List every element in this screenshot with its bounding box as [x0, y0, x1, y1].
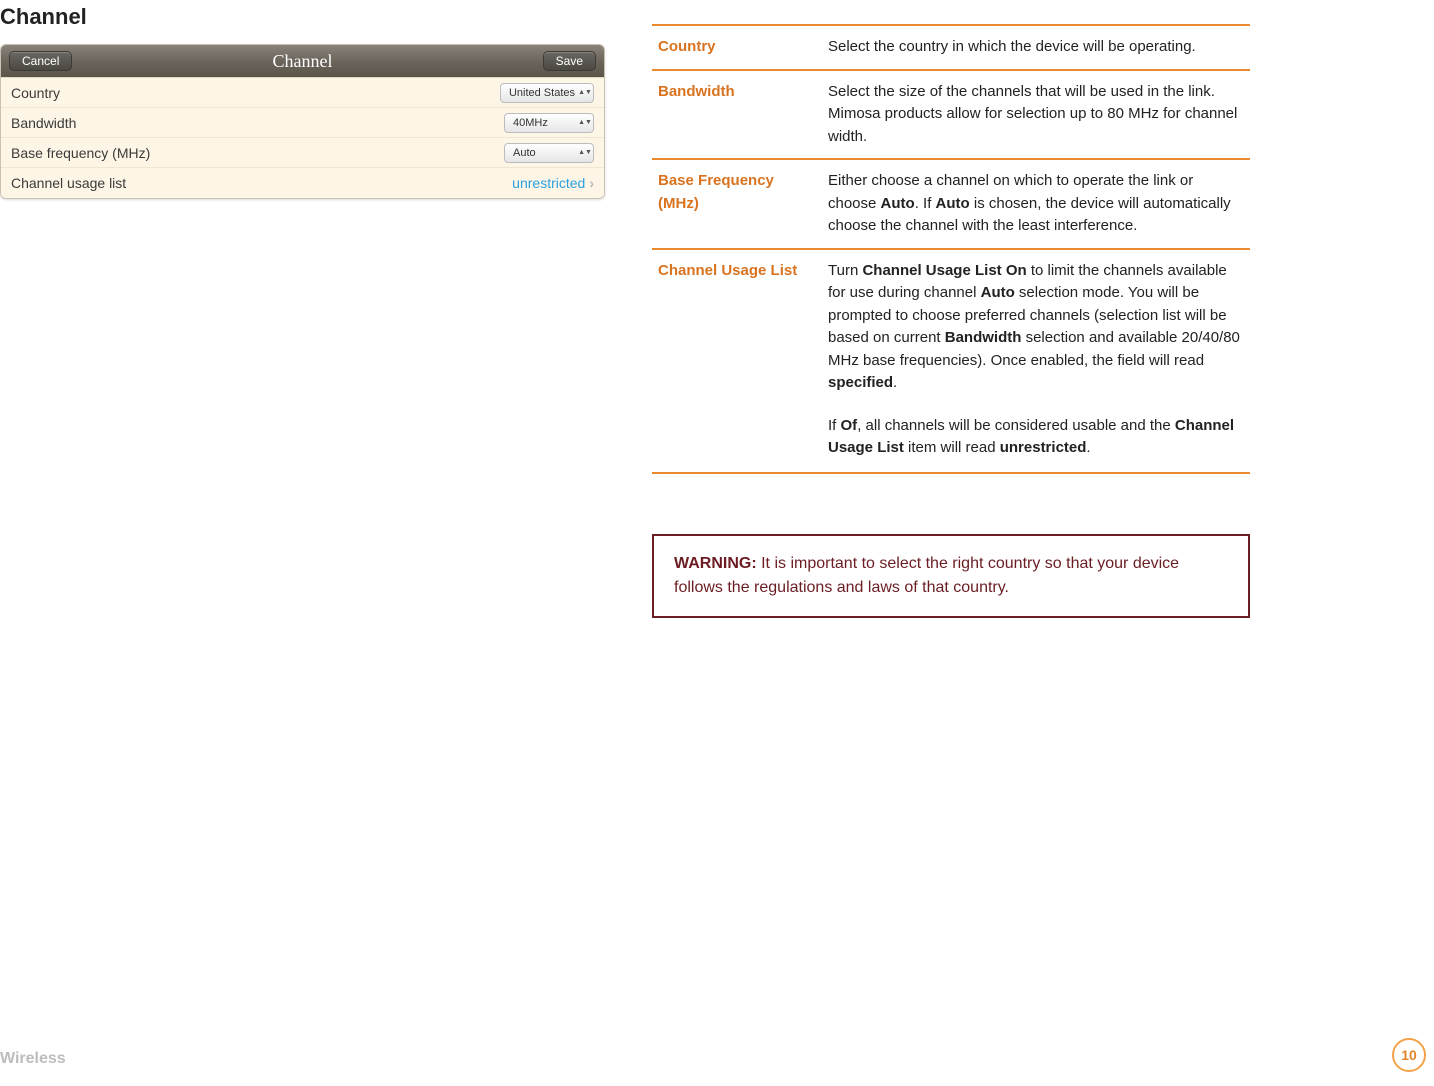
- bandwidth-select[interactable]: 40MHz ▲▼: [504, 113, 594, 133]
- definition-row-country: Country Select the country in which the …: [652, 25, 1250, 70]
- definition-row-bandwidth: Bandwidth Select the size of the channel…: [652, 70, 1250, 160]
- updown-icon: ▲▼: [581, 151, 589, 155]
- save-button[interactable]: Save: [543, 51, 596, 71]
- page-footer: Wireless 10: [0, 1036, 1434, 1072]
- page-title: Channel: [0, 4, 87, 30]
- definition-row-channel-usage-list: Channel Usage List Turn Channel Usage Li…: [652, 249, 1250, 405]
- definition-term-empty: [652, 405, 822, 473]
- updown-icon: ▲▼: [581, 121, 589, 125]
- settings-panel-column: Cancel Channel Save Country United State…: [0, 44, 605, 199]
- chevron-right-icon: ›: [589, 175, 594, 191]
- definition-term: Country: [652, 25, 822, 70]
- definition-body: Either choose a channel on which to oper…: [822, 159, 1250, 249]
- row-bandwidth-label: Bandwidth: [11, 115, 76, 131]
- cancel-button[interactable]: Cancel: [9, 51, 72, 71]
- footer-section-label: Wireless: [0, 1050, 66, 1068]
- definition-term: Base Frequency (MHz): [652, 159, 822, 249]
- base-frequency-select[interactable]: Auto ▲▼: [504, 143, 594, 163]
- panel-header: Cancel Channel Save: [1, 45, 604, 77]
- definition-row-channel-usage-list-2: If Of, all channels will be considered u…: [652, 405, 1250, 473]
- channel-usage-list-value: unrestricted: [512, 175, 585, 191]
- row-channel-usage-list-label: Channel usage list: [11, 175, 126, 191]
- row-country-label: Country: [11, 85, 60, 101]
- row-country: Country United States ▲▼: [1, 78, 604, 108]
- row-base-frequency: Base frequency (MHz) Auto ▲▼: [1, 138, 604, 168]
- channel-usage-list-link[interactable]: unrestricted ›: [512, 175, 594, 191]
- definition-term: Bandwidth: [652, 70, 822, 160]
- channel-panel: Cancel Channel Save Country United State…: [0, 44, 605, 199]
- warning-lead: WARNING:: [674, 555, 757, 572]
- row-channel-usage-list: Channel usage list unrestricted ›: [1, 168, 604, 198]
- definitions-table: Country Select the country in which the …: [652, 24, 1250, 474]
- definition-body: Select the size of the channels that wil…: [822, 70, 1250, 160]
- definitions-column: Country Select the country in which the …: [652, 24, 1250, 618]
- country-select[interactable]: United States ▲▼: [500, 83, 594, 103]
- base-frequency-select-value: Auto: [513, 147, 536, 159]
- row-base-frequency-label: Base frequency (MHz): [11, 145, 150, 161]
- updown-icon: ▲▼: [581, 91, 589, 95]
- panel-title: Channel: [1, 51, 604, 72]
- page-number-badge: 10: [1392, 1038, 1426, 1072]
- warning-box: WARNING: It is important to select the r…: [652, 534, 1250, 618]
- definition-row-base-frequency: Base Frequency (MHz) Either choose a cha…: [652, 159, 1250, 249]
- definition-body: Turn Channel Usage List On to limit the …: [822, 249, 1250, 405]
- panel-body: Country United States ▲▼ Bandwidth 40MHz…: [1, 77, 604, 198]
- definition-body: If Of, all channels will be considered u…: [822, 405, 1250, 473]
- definition-term: Channel Usage List: [652, 249, 822, 405]
- bandwidth-select-value: 40MHz: [513, 117, 548, 129]
- row-bandwidth: Bandwidth 40MHz ▲▼: [1, 108, 604, 138]
- definition-body: Select the country in which the device w…: [822, 25, 1250, 70]
- country-select-value: United States: [509, 87, 575, 99]
